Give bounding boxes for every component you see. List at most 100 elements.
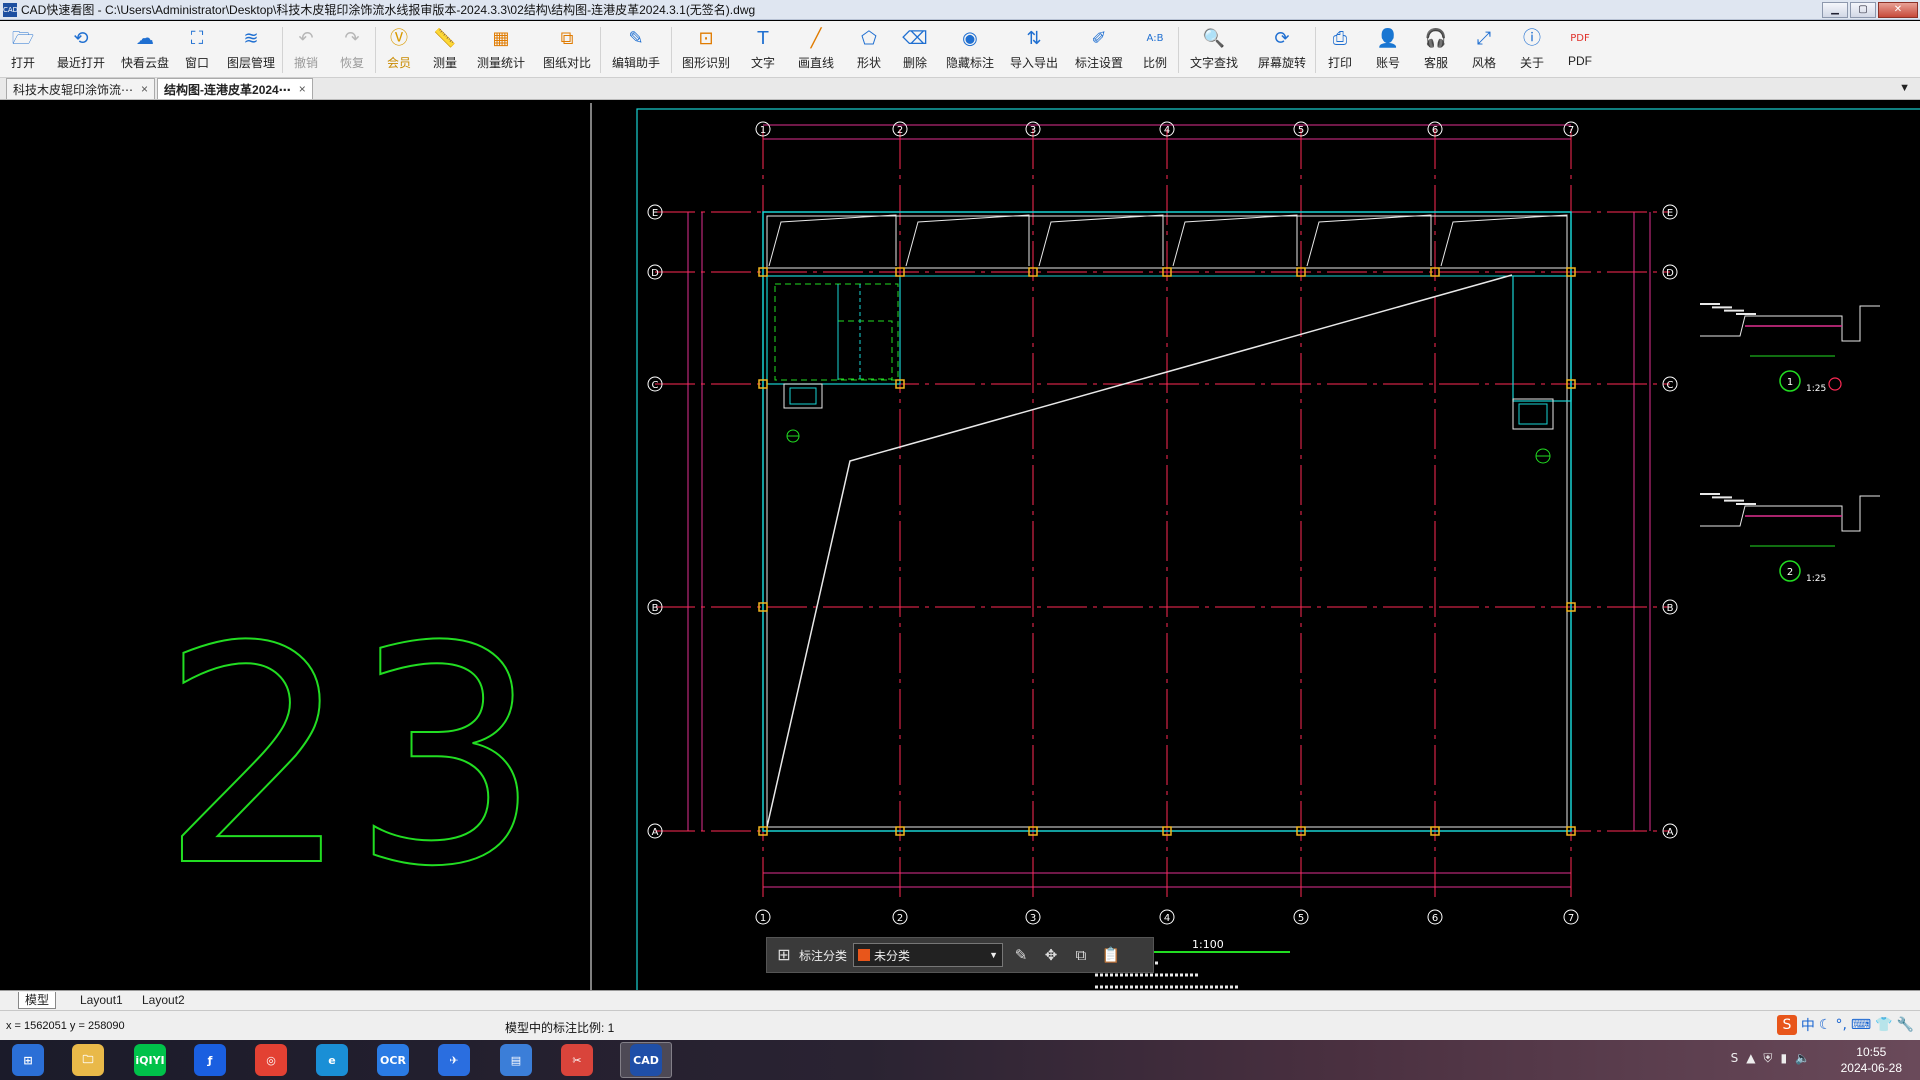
ime-toolbar[interactable]: S 中 ☾ °, ⌨ 👕 🔧 — [1776, 1015, 1914, 1035]
import-export-icon: ⇅ — [1026, 28, 1042, 49]
toolbar-button-7[interactable]: Ⓥ 会员 — [376, 21, 422, 78]
chinese-mode-icon[interactable]: 中 — [1801, 1015, 1815, 1035]
tab-label: 结构图-连港皮革2024⋯ — [164, 82, 291, 97]
sogou-tray-icon[interactable]: S — [1731, 1051, 1739, 1066]
axis-label: 6 — [1432, 125, 1438, 136]
toolbar-button-22[interactable]: ⟳ 屏幕旋转 — [1249, 21, 1315, 78]
tools-icon[interactable]: 🔧 — [1897, 1017, 1914, 1033]
toolbar-button-6[interactable]: ↷ 恢复 — [329, 21, 375, 78]
toolbar-button-4[interactable]: ≋ 图层管理 — [220, 21, 282, 78]
edit-annotation-icon[interactable]: ✎ — [1009, 943, 1033, 967]
keyboard-icon[interactable]: ⌨ — [1851, 1017, 1871, 1033]
punctuation-icon[interactable]: °, — [1835, 1017, 1846, 1033]
tab-list-dropdown-icon[interactable]: ▼ — [1899, 82, 1910, 94]
grid-icon[interactable]: ⊞ — [775, 946, 793, 964]
toolbar-button-21[interactable]: 🔍 文字查找 — [1179, 21, 1249, 78]
toolbar-button-14[interactable]: ╱ 画直线 — [786, 21, 846, 78]
tab-document-2[interactable]: 结构图-连港皮革2024⋯ × — [157, 78, 313, 99]
edge-app[interactable]: e — [306, 1042, 358, 1078]
axis-label: 1 — [760, 913, 766, 924]
toolbar-button-label: 删除 — [902, 56, 927, 70]
cad-drawing[interactable]: 23 11223344556677E ED DC CB BA A1:100 11:2521… — [0, 101, 1920, 990]
toolbar-button-10[interactable]: ⧉ 图纸对比 — [534, 21, 600, 78]
edge-app-icon: e — [316, 1044, 348, 1076]
explorer-app[interactable]: 🗀 — [62, 1042, 114, 1078]
annotation-settings-icon: ✐ — [1091, 28, 1107, 49]
annotation-category-select[interactable]: 未分类 ▼ — [853, 943, 1004, 967]
tool-app[interactable]: ✂ — [551, 1042, 603, 1078]
toolbar-button-12[interactable]: ⊡ 图形识别 — [672, 21, 740, 78]
toolbar-button-3[interactable]: ⛶ 窗口 — [174, 21, 220, 78]
close-window-button[interactable]: ✕ — [1878, 1, 1918, 18]
system-tray[interactable]: S ▲ ⛨ ▮ 🔈 — [1731, 1051, 1810, 1066]
toolbar-button-28[interactable]: PDF PDF — [1556, 21, 1604, 78]
toolbar-button-23[interactable]: ⎙ 打印 — [1316, 21, 1364, 78]
tab-document-1[interactable]: 科技木皮辊印涂饰流⋯ × — [6, 78, 156, 99]
annotation-toolbar: ⊞ 标注分类 未分类 ▼ ✎ ✥ ⧉ 📋 — [766, 937, 1154, 973]
toolbar-button-5[interactable]: ↶ 撤销 — [283, 21, 329, 78]
iqiyi-app[interactable]: iQIYI — [124, 1042, 176, 1078]
toolbar-button-9[interactable]: ▦ 测量统计 — [468, 21, 534, 78]
start-button-icon: ⊞ — [12, 1044, 44, 1076]
maximize-button[interactable]: ▢ — [1850, 1, 1876, 18]
dingtalk-app[interactable]: ✈ — [428, 1042, 480, 1078]
toolbar-button-label: 形状 — [856, 56, 881, 70]
cad-app[interactable]: CAD — [620, 1042, 672, 1078]
toolbar-button-label: 比例 — [1142, 56, 1167, 70]
toolbar-button-18[interactable]: ⇅ 导入导出 — [1002, 21, 1066, 78]
volume-icon[interactable]: 🔈 — [1795, 1051, 1810, 1066]
tab-close-icon[interactable]: × — [141, 82, 148, 96]
feishu-app[interactable]: ƒ — [184, 1042, 236, 1078]
tab-layout1[interactable]: Layout1 — [74, 992, 129, 1009]
move-icon[interactable]: ✥ — [1039, 943, 1063, 967]
toolbar-button-8[interactable]: 📏 测量 — [422, 21, 468, 78]
eraser-icon: ⌫ — [902, 28, 928, 49]
copy-icon[interactable]: ⧉ — [1069, 943, 1093, 967]
moon-icon[interactable]: ☾ — [1819, 1017, 1832, 1033]
notepad-app[interactable]: ▤ — [490, 1042, 542, 1078]
taskbar-clock[interactable]: 10:55 2024-06-28 — [1841, 1044, 1902, 1076]
toolbar-button-2[interactable]: ☁ 快看云盘 — [116, 21, 174, 78]
toolbar-button-1[interactable]: ⟲ 最近打开 — [46, 21, 116, 78]
paste-icon[interactable]: 📋 — [1099, 943, 1123, 967]
toolbar-button-20[interactable]: A:B 比例 — [1132, 21, 1178, 78]
toolbar-button-19[interactable]: ✐ 标注设置 — [1066, 21, 1132, 78]
chrome-app[interactable]: ◎ — [245, 1042, 297, 1078]
main-toolbar: 🗁 打开 ⟲ 最近打开 ☁ 快看云盘 ⛶ 窗口 ≋ 图层管理 ↶ 撤销 ↷ 恢复 Ⓥ 会员 📏 测量 ▦ 测量统计 ⧉ 图… — [0, 21, 1920, 78]
toolbar-button-label: 测量统计 — [476, 56, 525, 70]
eye-hide-icon: ◉ — [962, 28, 978, 49]
toolbar-button-16[interactable]: ⌫ 删除 — [892, 21, 938, 78]
detail-2-scale: 1:25 — [1806, 574, 1826, 584]
toolbar-button-0[interactable]: 🗁 打开 — [0, 21, 46, 78]
minimize-button[interactable]: ▁ — [1822, 1, 1848, 18]
toolbar-button-label: 风格 — [1471, 56, 1496, 70]
toolbar-button-15[interactable]: ⬠ 形状 — [846, 21, 892, 78]
ocr-app[interactable]: OCR — [367, 1042, 419, 1078]
start-button[interactable]: ⊞ — [2, 1042, 54, 1078]
user-icon: 👤 — [1376, 28, 1400, 49]
toolbar-button-26[interactable]: ⤢ 风格 — [1460, 21, 1508, 78]
feishu-app-icon: ƒ — [194, 1044, 226, 1076]
toolbar-button-25[interactable]: 🎧 客服 — [1412, 21, 1460, 78]
axis-label: A — [652, 827, 659, 838]
show-hidden-icons-icon[interactable]: ▲ — [1746, 1051, 1755, 1066]
tab-model[interactable]: 模型 — [18, 992, 57, 1009]
sogou-ime-icon[interactable]: S — [1776, 1015, 1797, 1035]
pit-inner — [789, 387, 817, 405]
security-icon[interactable]: ⛨ — [1763, 1051, 1772, 1066]
axis-label: E — [652, 208, 658, 219]
toolbar-button-17[interactable]: ◉ 隐藏标注 — [938, 21, 1002, 78]
toolbar-button-27[interactable]: ⓘ 关于 — [1508, 21, 1556, 78]
skin-icon[interactable]: 👕 — [1875, 1017, 1892, 1033]
tab-close-icon[interactable]: × — [299, 82, 306, 96]
toolbar-button-11[interactable]: ✎ 编辑助手 — [601, 21, 671, 78]
tab-layout2[interactable]: Layout2 — [136, 992, 191, 1009]
toolbar-button-13[interactable]: T 文字 — [740, 21, 786, 78]
drawing-canvas[interactable]: 23 1 1 2 2 3 3 4 4 5 5 6 6 7 7 E E D D C C B B A A 1:100 1 1:25 2 1… — [0, 101, 1920, 990]
axis-label: D — [651, 268, 659, 279]
notepad-app-icon: ▤ — [500, 1044, 532, 1076]
compare-icon: ⧉ — [560, 28, 574, 49]
toolbar-button-24[interactable]: 👤 账号 — [1364, 21, 1412, 78]
network-icon[interactable]: ▮ — [1780, 1051, 1787, 1066]
toolbar-button-label: PDF — [1568, 54, 1592, 68]
